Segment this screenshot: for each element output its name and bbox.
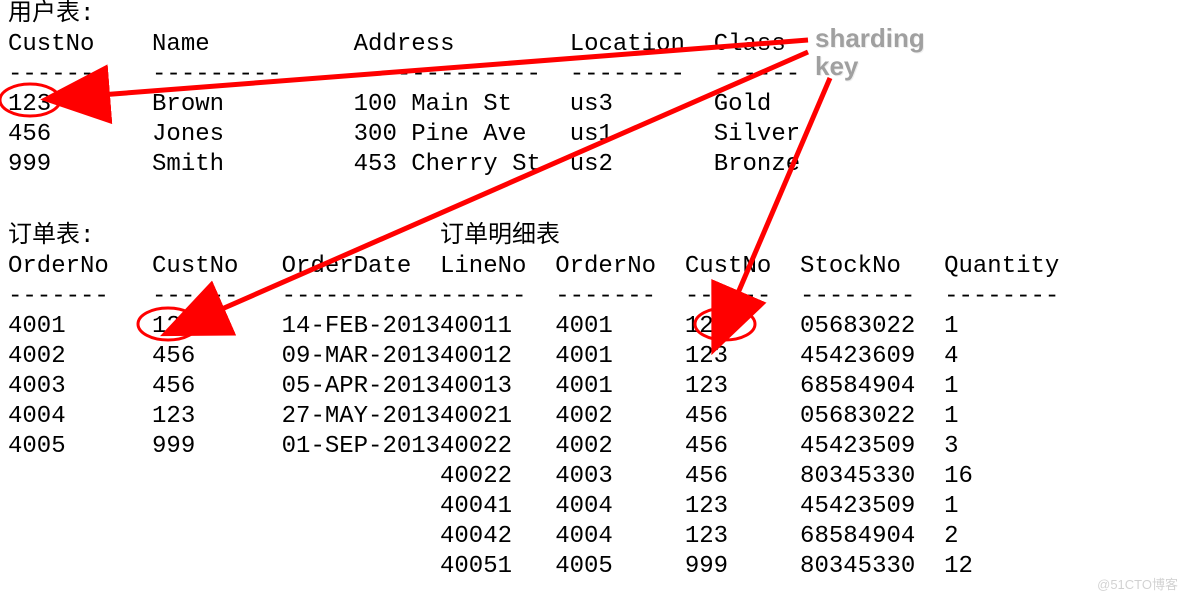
- users-divider: ------- --------- ------------- --------…: [8, 60, 829, 90]
- watermark: @51CTO博客: [1097, 574, 1178, 593]
- table-row: 40022 4002 456 45423509 3: [440, 432, 1059, 462]
- order-details-title: 订单明细表: [440, 222, 1059, 252]
- users-rows: 123 Brown 100 Main St us3 Gold 456 Jones…: [8, 90, 829, 180]
- orders-divider: ------- ------ -----------: [8, 282, 454, 312]
- order-details-rows: 40011 4001 123 05683022 1 40012 4001 123…: [440, 312, 1059, 582]
- users-header-row: CustNo Name Address Location Class: [8, 30, 829, 60]
- table-row: 40041 4004 123 45423509 1: [440, 492, 1059, 522]
- users-title: 用户表:: [8, 0, 829, 30]
- orders-table: 订单表: OrderNo CustNo OrderDate ------- --…: [8, 222, 454, 462]
- orders-rows: 4001 123 14-FEB-2013 4002 456 09-MAR-201…: [8, 312, 454, 462]
- table-row: 40022 4003 456 80345330 16: [440, 462, 1059, 492]
- order-details-table: 订单明细表 LineNo OrderNo CustNo StockNo Quan…: [440, 222, 1059, 582]
- order-details-header-row: LineNo OrderNo CustNo StockNo Quantity: [440, 252, 1059, 282]
- order-details-divider: ------ ------- ------ -------- --------: [440, 282, 1059, 312]
- table-row: 4004 123 27-MAY-2013: [8, 402, 454, 432]
- orders-header-row: OrderNo CustNo OrderDate: [8, 252, 454, 282]
- table-row: 40021 4002 456 05683022 1: [440, 402, 1059, 432]
- table-row: 40051 4005 999 80345330 12: [440, 552, 1059, 582]
- table-row: 40013 4001 123 68584904 1: [440, 372, 1059, 402]
- table-row: 123 Brown 100 Main St us3 Gold: [8, 90, 829, 120]
- orders-title: 订单表:: [8, 222, 454, 252]
- table-row: 4005 999 01-SEP-2013: [8, 432, 454, 462]
- table-row: 40011 4001 123 05683022 1: [440, 312, 1059, 342]
- table-row: 4003 456 05-APR-2013: [8, 372, 454, 402]
- sharding-key-label: shardingkey: [815, 24, 925, 80]
- table-row: 40042 4004 123 68584904 2: [440, 522, 1059, 552]
- table-row: 4001 123 14-FEB-2013: [8, 312, 454, 342]
- table-row: 456 Jones 300 Pine Ave us1 Silver: [8, 120, 829, 150]
- users-table: 用户表: CustNo Name Address Location Class …: [8, 0, 829, 180]
- table-row: 40012 4001 123 45423609 4: [440, 342, 1059, 372]
- table-row: 999 Smith 453 Cherry St us2 Bronze: [8, 150, 829, 180]
- table-row: 4002 456 09-MAR-2013: [8, 342, 454, 372]
